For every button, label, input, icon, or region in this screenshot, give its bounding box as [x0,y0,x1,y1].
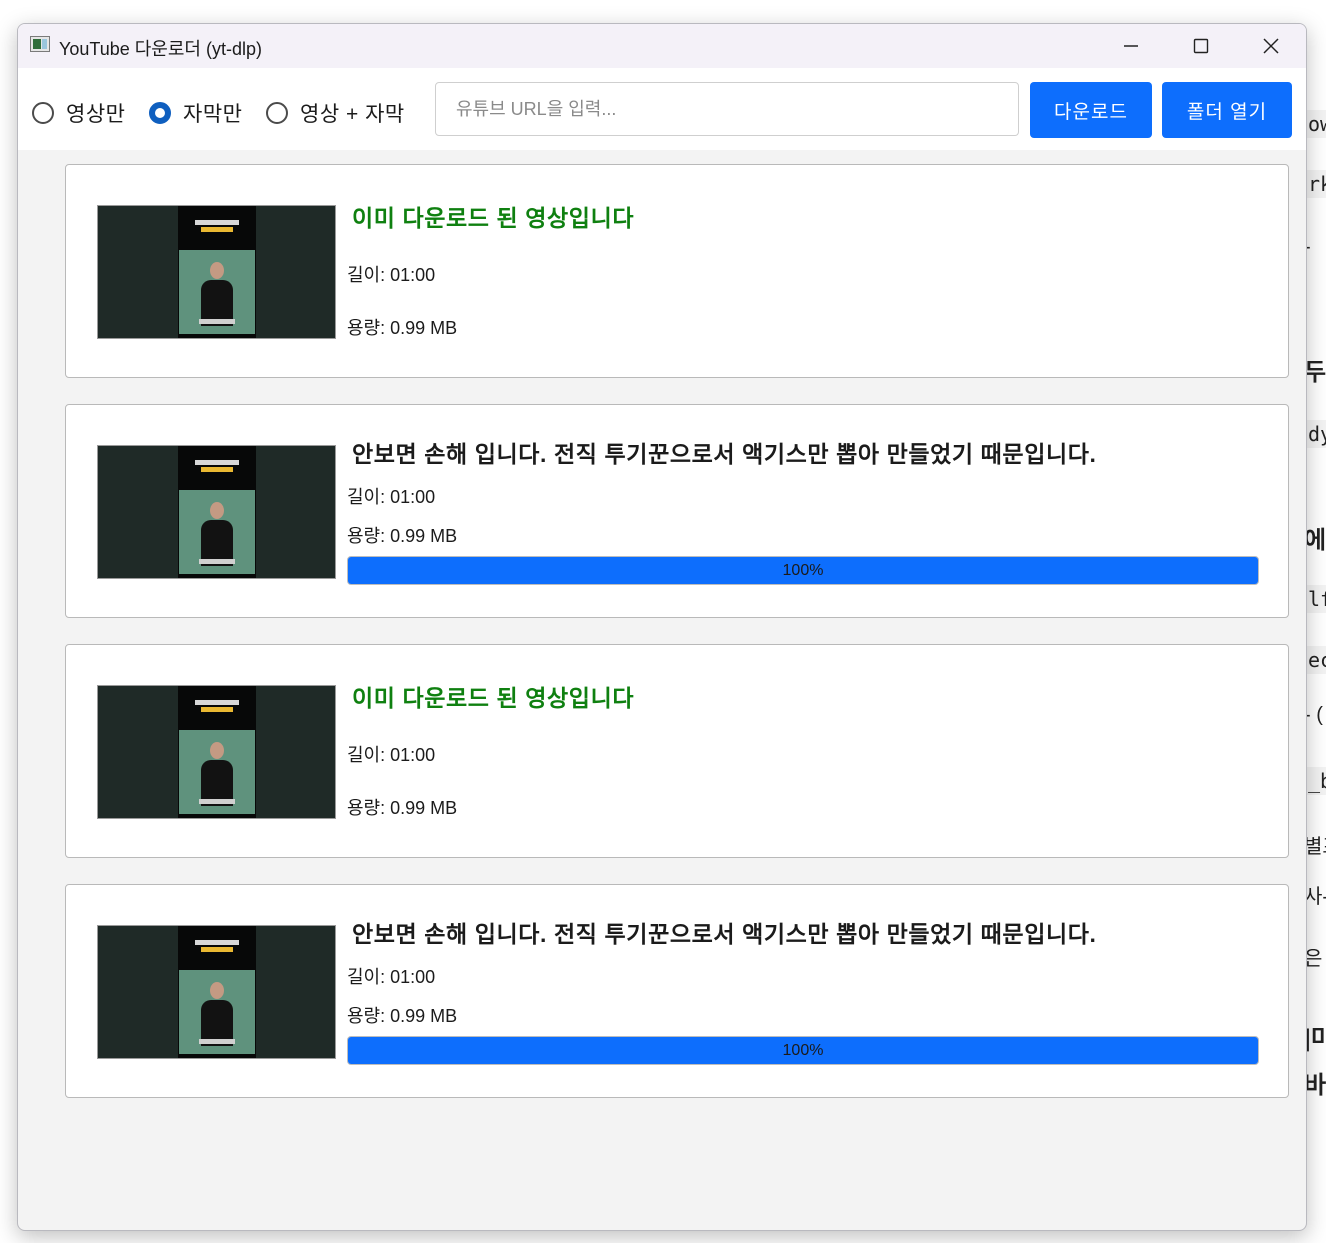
video-size: 용량: 0.99 MB [347,1006,458,1026]
radio-video-and-subtitle[interactable]: 영상 + 자막 [266,98,405,128]
video-duration: 길이: 01:00 [347,487,436,507]
radio-circle[interactable] [266,102,288,124]
url-input[interactable] [435,82,1019,136]
app-window: YouTube 다운로더 (yt-dlp) 영상만 자막만 영상 + 자막 다운… [17,23,1307,1231]
progress-label: 100% [782,1041,824,1059]
video-size: 용량: 0.99 MB [347,526,458,546]
bg-fragment: 에 [1304,527,1326,554]
minimize-button[interactable] [1096,24,1166,68]
progress-label: 100% [782,561,824,579]
video-duration: 길이: 01:00 [347,745,436,765]
video-title: 이미 다운로드 된 영상입니다 [352,685,635,711]
close-icon [1263,38,1279,54]
video-card: 안보면 손해 입니다. 전직 투기꾼으로서 액기스만 뽑아 만들었기 때문입니다… [65,404,1289,618]
video-size: 용량: 0.99 MB [347,318,458,338]
radio-circle[interactable] [32,102,54,124]
bg-fragment: 두 [1304,359,1326,386]
video-card: 이미 다운로드 된 영상입니다 길이: 01:00 용량: 0.99 MB [65,644,1289,858]
video-thumbnail [97,205,336,339]
download-progress-bar: 100% [347,1036,1259,1065]
bg-fragment: ow [1304,110,1326,138]
radio-video-only[interactable]: 영상만 [32,98,125,128]
video-card: 안보면 손해 입니다. 전직 투기꾼으로서 액기스만 뽑아 만들었기 때문입니다… [65,884,1289,1098]
title-bar[interactable]: YouTube 다운로더 (yt-dlp) [18,24,1306,68]
radio-subtitle-only[interactable]: 자막만 [149,98,242,128]
bg-fragment: rk [1304,170,1326,198]
video-thumbnail [97,445,336,579]
bg-fragment: _b [1304,767,1326,795]
video-title: 이미 다운로드 된 영상입니다 [352,205,635,231]
bg-fragment: dy [1304,420,1326,448]
radio-circle-selected[interactable] [149,102,171,124]
video-duration: 길이: 01:00 [347,967,436,987]
radio-label: 자막만 [183,103,243,126]
video-title: 안보면 손해 입니다. 전직 투기꾼으로서 액기스만 뽑아 만들었기 때문입니다… [352,441,1097,467]
video-title: 안보면 손해 입니다. 전직 투기꾼으로서 액기스만 뽑아 만들었기 때문입니다… [352,921,1097,947]
video-size: 용량: 0.99 MB [347,798,458,818]
bg-fragment: 별프 [1304,836,1326,858]
bg-fragment: ec [1304,646,1326,674]
bg-fragment: lf [1304,585,1326,613]
bg-fragment: 사- [1304,886,1326,908]
video-thumbnail [97,685,336,819]
close-button[interactable] [1236,24,1306,68]
radio-label: 영상 + 자막 [300,103,405,126]
video-duration: 길이: 01:00 [347,265,436,285]
download-button[interactable]: 다운로드 [1030,82,1152,138]
video-thumbnail [97,925,336,1059]
bg-fragment: 바르 [1304,1072,1326,1099]
window-title: YouTube 다운로더 (yt-dlp) [59,39,262,59]
radio-label: 영상만 [66,103,126,126]
download-list[interactable]: 이미 다운로드 된 영상입니다 길이: 01:00 용량: 0.99 MB 안보… [34,150,1291,1215]
video-card: 이미 다운로드 된 영상입니다 길이: 01:00 용량: 0.99 MB [65,164,1289,378]
app-icon [30,36,50,52]
open-folder-button[interactable]: 폴더 열기 [1162,82,1292,138]
download-progress-bar: 100% [347,556,1259,585]
bg-fragment: |미 [1304,1025,1326,1052]
maximize-button[interactable] [1166,24,1236,68]
minimize-icon [1124,45,1138,47]
maximize-icon [1193,38,1209,54]
